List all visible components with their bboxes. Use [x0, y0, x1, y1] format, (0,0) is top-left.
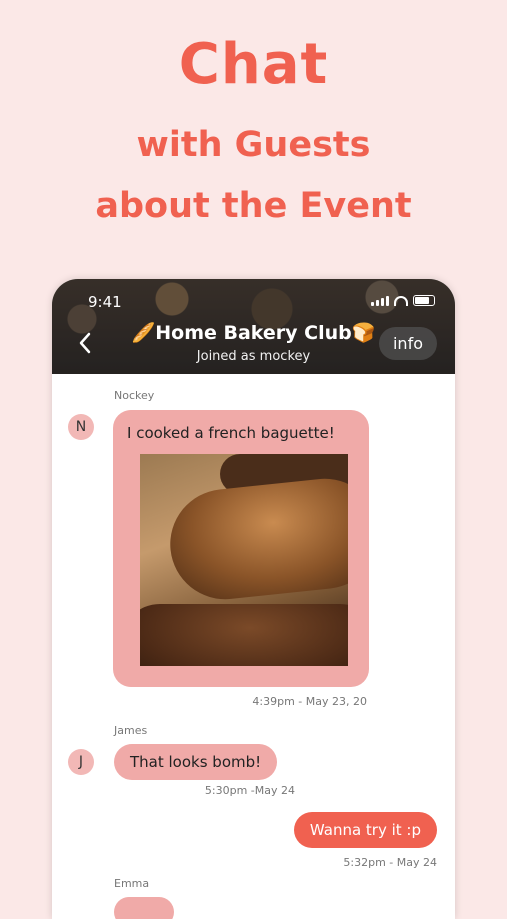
wifi-icon	[394, 296, 408, 306]
status-icons	[371, 295, 435, 306]
message-timestamp: 4:39pm - May 23, 20	[252, 695, 367, 708]
info-button[interactable]: info	[378, 327, 437, 360]
promo-subtitle-line2: about the Event	[95, 186, 412, 226]
phone-frame: 9:41 🥖Home Bakery Club🍞 Joined as mockey…	[52, 279, 455, 919]
message-bubble-image[interactable]: I cooked a french baguette!	[113, 410, 369, 687]
message-text: I cooked a french baguette!	[127, 424, 335, 442]
status-time: 9:41	[88, 293, 122, 311]
avatar[interactable]: N	[68, 414, 94, 440]
message-bubble-outgoing[interactable]: Wanna try it :p	[293, 812, 437, 848]
sender-name: Emma	[114, 877, 150, 890]
sender-name: James	[114, 724, 148, 737]
baguette-photo[interactable]	[140, 454, 348, 666]
battery-icon	[413, 295, 435, 306]
sender-name: Nockey	[114, 389, 155, 402]
message-bubble[interactable]: That looks bomb!	[114, 744, 278, 780]
promo-subtitle-line1: with Guests	[136, 125, 371, 165]
avatar[interactable]: J	[68, 749, 94, 775]
signal-icon	[371, 296, 389, 306]
message-timestamp: 5:30pm -May 24	[204, 784, 295, 797]
promo-title: Chat	[178, 32, 329, 97]
message-bubble[interactable]	[114, 897, 174, 919]
message-timestamp: 5:32pm - May 24	[343, 856, 437, 869]
